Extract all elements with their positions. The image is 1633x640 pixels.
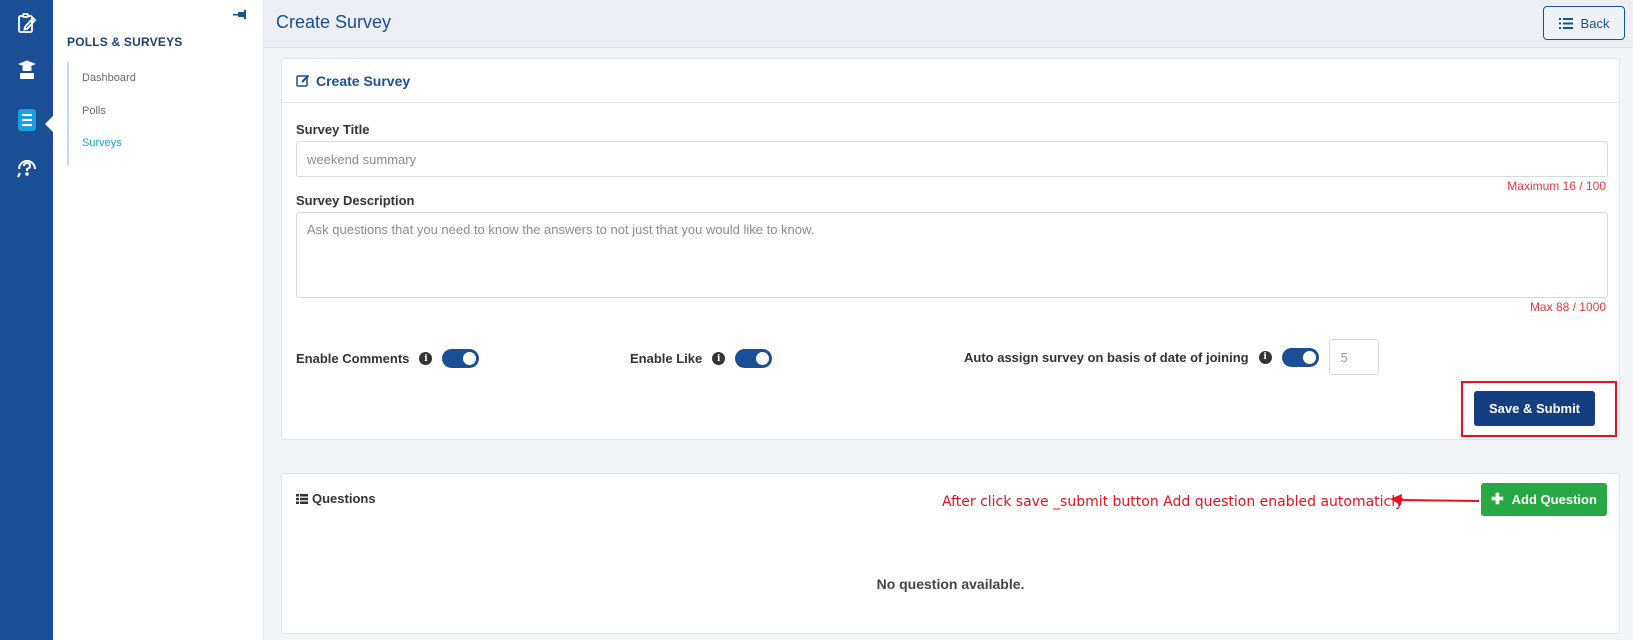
clipboard-edit-icon[interactable] <box>14 10 40 36</box>
auto-assign-days-input[interactable]: 5 <box>1328 339 1379 375</box>
pin-icon[interactable] <box>233 9 249 27</box>
survey-list-icon[interactable] <box>14 107 40 133</box>
auto-assign-label: Auto assign survey on basis of date of j… <box>964 349 1249 365</box>
sidebar-item-surveys[interactable]: Surveys <box>82 137 122 149</box>
enable-like-label: Enable Like <box>630 351 703 366</box>
sidebar-item-dashboard[interactable]: Dashboard <box>82 72 136 84</box>
questions-title: Questions <box>296 491 376 506</box>
sidebar-divider <box>67 62 69 166</box>
survey-title-label: Survey Title <box>296 122 370 137</box>
info-icon[interactable]: i <box>1258 350 1272 364</box>
icon-rail <box>0 0 53 640</box>
info-icon[interactable]: i <box>419 352 433 365</box>
enable-comments-toggle[interactable] <box>442 349 480 368</box>
create-survey-card: Create Survey Survey Title Maximum 16 / … <box>281 58 1620 440</box>
save-submit-button[interactable]: Save & Submit <box>1474 391 1595 426</box>
card-title: Create Survey <box>316 72 411 89</box>
survey-description-label: Survey Description <box>296 193 415 208</box>
survey-title-counter: Maximum 16 / 100 <box>1507 179 1606 193</box>
support-question-icon[interactable] <box>14 155 40 181</box>
arrow-icon <box>1390 494 1480 505</box>
list-icon <box>1558 17 1573 29</box>
add-question-label: Add Question <box>1511 492 1597 507</box>
auto-assign-toggle[interactable] <box>1281 347 1319 367</box>
page-header: Create Survey Back <box>264 0 1633 48</box>
empty-state: No question available. <box>876 576 1025 592</box>
survey-title-input[interactable] <box>296 141 1608 177</box>
page-title: Create Survey <box>276 12 392 32</box>
plus-icon: ✚ <box>1491 491 1504 508</box>
survey-description-textarea[interactable]: Ask questions that you need to know the … <box>296 212 1608 298</box>
questions-title-label: Questions <box>312 491 376 506</box>
questions-card: Questions After click save _submit butto… <box>281 473 1620 634</box>
survey-description-counter: Max 88 / 1000 <box>1529 300 1606 314</box>
enable-like-group: Enable Like i <box>630 349 773 368</box>
sidebar: POLLS & SURVEYS Dashboard Polls Surveys <box>53 0 264 640</box>
back-button-label: Back <box>1580 15 1610 31</box>
active-indicator <box>45 116 53 132</box>
annotation-note: After click save _submit button Add ques… <box>942 494 1404 510</box>
enable-comments-label: Enable Comments <box>296 351 410 366</box>
add-question-button[interactable]: ✚ Add Question <box>1481 483 1607 516</box>
sidebar-item-polls[interactable]: Polls <box>82 105 106 117</box>
info-icon[interactable]: i <box>712 352 726 365</box>
enable-like-toggle[interactable] <box>735 349 773 368</box>
sidebar-title: POLLS & SURVEYS <box>67 35 183 49</box>
auto-assign-group: Auto assign survey on basis of date of j… <box>964 339 1379 375</box>
card-header: Create Survey <box>282 59 1619 103</box>
enable-comments-group: Enable Comments i <box>296 349 480 368</box>
list-icon <box>296 493 308 504</box>
edit-icon <box>296 74 310 87</box>
graduation-podium-icon[interactable] <box>14 57 40 83</box>
back-button[interactable]: Back <box>1543 6 1625 40</box>
